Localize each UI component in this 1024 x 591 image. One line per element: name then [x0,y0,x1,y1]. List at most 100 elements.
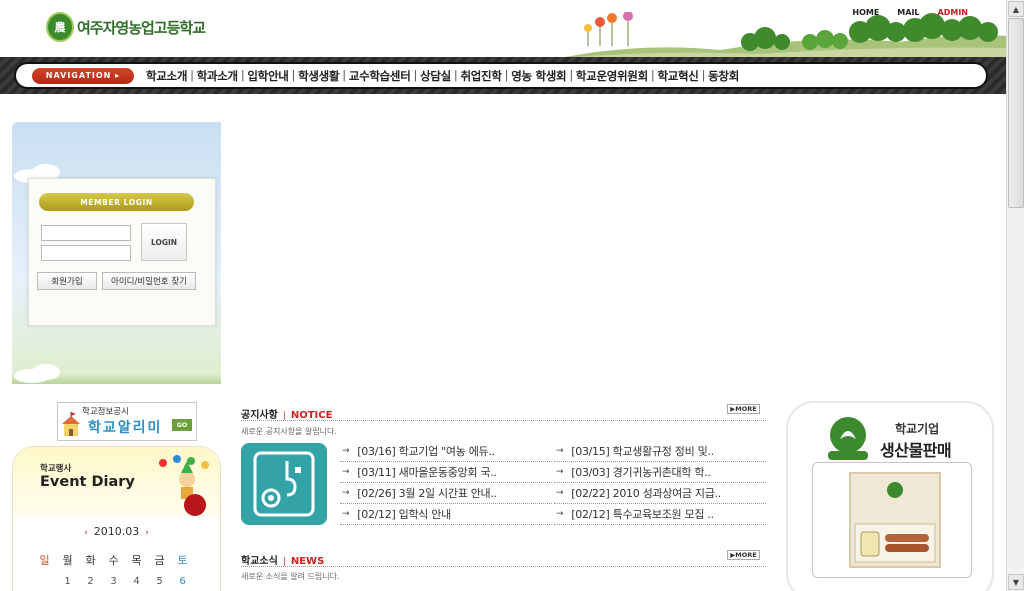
school-logo[interactable]: 農 여주자영농업고등학교 [46,12,206,42]
notice-item-text: [02/12] 특수교육보조원 모집 .. [571,508,714,521]
product-photo[interactable] [812,462,972,578]
notice-more-button[interactable]: ▶ MORE [727,404,760,414]
notice-item[interactable]: → [02/26] 3월 2일 시간표 안내.. [340,483,552,504]
calendar-next-button[interactable]: › [145,528,149,538]
notice-item-text: [03/16] 학교기업 "여농 에듀.. [357,445,495,458]
arrow-icon: → [556,509,564,519]
news-more-button[interactable]: ▶ MORE [727,550,760,560]
site-header: 農 여주자영농업고등학교 HOME MAIL ADMIN [0,0,1006,58]
notice-header: 공지사항 | NOTICE ▶ MORE [241,403,766,421]
vertical-scrollbar[interactable]: ▲ ▼ [1006,0,1024,591]
notice-board-icon [241,443,327,525]
notice-item[interactable]: → [03/15] 학교생활규정 정비 및.. [554,441,766,462]
notice-item[interactable]: → [03/16] 학교기업 "여농 에듀.. [340,441,552,462]
calendar-month-label: 2010.03 [93,525,140,538]
menu-item-counseling[interactable]: 상담실 [420,68,451,84]
notice-item[interactable]: → [02/12] 특수교육보조원 모집 .. [554,504,766,525]
calendar-prev-button[interactable]: ‹ [84,528,88,538]
divider [241,420,766,421]
notice-item[interactable]: → [03/03] 경기귀농귀촌대학 학.. [554,462,766,483]
clown-juggler-icon [159,455,209,516]
menu-separator: | [342,67,346,82]
arrow-icon: → [556,446,564,456]
menu-item-learning-center[interactable]: 교수학습센터 [349,68,411,84]
menu-item-departments[interactable]: 학과소개 [197,68,238,84]
news-description: 새로운 소식을 알려 드립니다. [241,572,340,581]
find-id-password-button[interactable]: 아이디/비밀번호 찾기 [102,272,196,290]
scroll-down-icon[interactable]: ▼ [1008,574,1024,590]
calendar-weekdays: 일 월 화 수 목 금 토 [33,552,194,568]
join-button[interactable]: 회원가입 [37,272,97,290]
login-button[interactable]: LOGIN [141,223,187,261]
school-info-banner[interactable]: 학교정보공시 학교알리미 GO [57,402,197,441]
calendar-day[interactable]: 4 [125,576,148,587]
notice-item[interactable]: → [02/22] 2010 성과상여금 지급.. [554,483,766,504]
weekday-label: 화 [85,554,96,567]
login-card: MEMBER LOGIN LOGIN 회원가입 아이디/비밀번호 찾기 [28,178,216,326]
user-id-input[interactable] [41,225,131,241]
news-header: 학교소식 | NEWS ▶ MORE [241,549,766,567]
go-button[interactable]: GO [172,419,192,431]
menu-separator: | [701,67,706,82]
calendar-day[interactable]: 3 [102,576,125,587]
menu-separator: | [569,67,573,82]
notice-description: 새로운 공지사항을 알립니다. [241,427,337,436]
menu-item-school-innovation[interactable]: 학교혁신 [657,68,698,84]
menu-item-student-life[interactable]: 학생생활 [298,68,339,84]
notice-item[interactable]: → [03/11] 새마을운동중앙회 국.. [340,462,552,483]
arrow-icon: → [556,488,564,498]
login-panel: MEMBER LOGIN LOGIN 회원가입 아이디/비밀번호 찾기 [12,122,221,384]
notice-item-text: [02/26] 3월 2일 시간표 안내.. [357,487,497,500]
notice-more-label: MORE [735,405,757,413]
notice-item[interactable]: → [02/12] 입학식 안내 [340,504,552,525]
weekday-label: 목 [131,554,142,567]
page: 農 여주자영농업고등학교 HOME MAIL ADMIN NAVIGATION … [0,0,1024,591]
notice-item-text: [02/12] 입학식 안내 [357,508,451,521]
event-title: Event Diary [40,474,135,490]
news-more-label: MORE [735,551,757,559]
arrow-icon: → [342,467,350,477]
event-diary-panel: 학교행사 Event Diary ‹ 2010.03 › 일 월 화 수 목 금 토… [12,446,221,591]
school-emblem-icon: 農 [46,12,74,42]
scroll-thumb[interactable] [1008,18,1024,208]
school-alimi-label: 학교알리미 [88,420,163,436]
calendar-day[interactable]: 6 [171,576,194,587]
menu-item-student-council[interactable]: 영농 학생회 [511,68,566,84]
main-menu: 학교소개 | 학과소개 | 입학안내 | 학생생활 | 교수학습센터 | 상담실 | 취업진… [146,68,739,84]
calendar-day [33,576,56,587]
notice-item-text: [02/22] 2010 성과상여금 지급.. [571,487,721,500]
arrow-icon: → [342,488,350,498]
product-illustration [854,482,936,563]
menu-item-career[interactable]: 취업진학 [461,68,502,84]
calendar-day[interactable]: 1 [56,576,79,587]
notice-item-text: [03/11] 새마을운동중앙회 국.. [357,466,497,479]
menu-item-alumni[interactable]: 동창회 [708,68,739,84]
divider [241,566,766,567]
notice-list-right: → [03/15] 학교생활규정 정비 및.. → [03/03] 경기귀농귀촌대학… [554,441,766,525]
menu-item-school-intro[interactable]: 학교소개 [146,68,187,84]
password-input[interactable] [41,245,131,261]
scroll-up-icon[interactable]: ▲ [1008,1,1024,17]
menu-separator: | [240,67,245,82]
school-info-label: 학교정보공시 [82,407,129,417]
navigation-badge: NAVIGATION ▸ [32,67,134,84]
business-subtitle: 학교기업 [895,422,940,436]
school-house-icon [62,412,80,436]
menu-separator: | [650,67,655,82]
school-business-panel[interactable]: 학교기업 생산물판매 [786,401,994,591]
navigation-inner: NAVIGATION ▸ 학교소개 | 학과소개 | 입학안내 | 학생생활 | 교수학… [14,62,988,89]
navigation-bar: NAVIGATION ▸ 학교소개 | 학과소개 | 입학안내 | 학생생활 | 교수학… [0,57,1006,94]
yeonong-edufarm-logo-icon [828,417,868,460]
calendar-day[interactable]: 2 [79,576,102,587]
calendar-month: ‹ 2010.03 › [13,525,220,538]
menu-item-operating-committee[interactable]: 학교운영위원회 [576,68,648,84]
cloud-icon [14,364,60,383]
menu-item-admission[interactable]: 입학안내 [247,68,288,84]
calendar-day[interactable]: 5 [148,576,171,587]
menu-separator: | [291,67,296,82]
arrow-icon: → [342,446,350,456]
notice-item-text: [03/15] 학교생활규정 정비 및.. [571,445,714,458]
menu-separator: | [413,67,418,82]
notice-item-text: [03/03] 경기귀농귀촌대학 학.. [571,466,711,479]
school-name: 여주자영농업고등학교 [77,18,206,37]
